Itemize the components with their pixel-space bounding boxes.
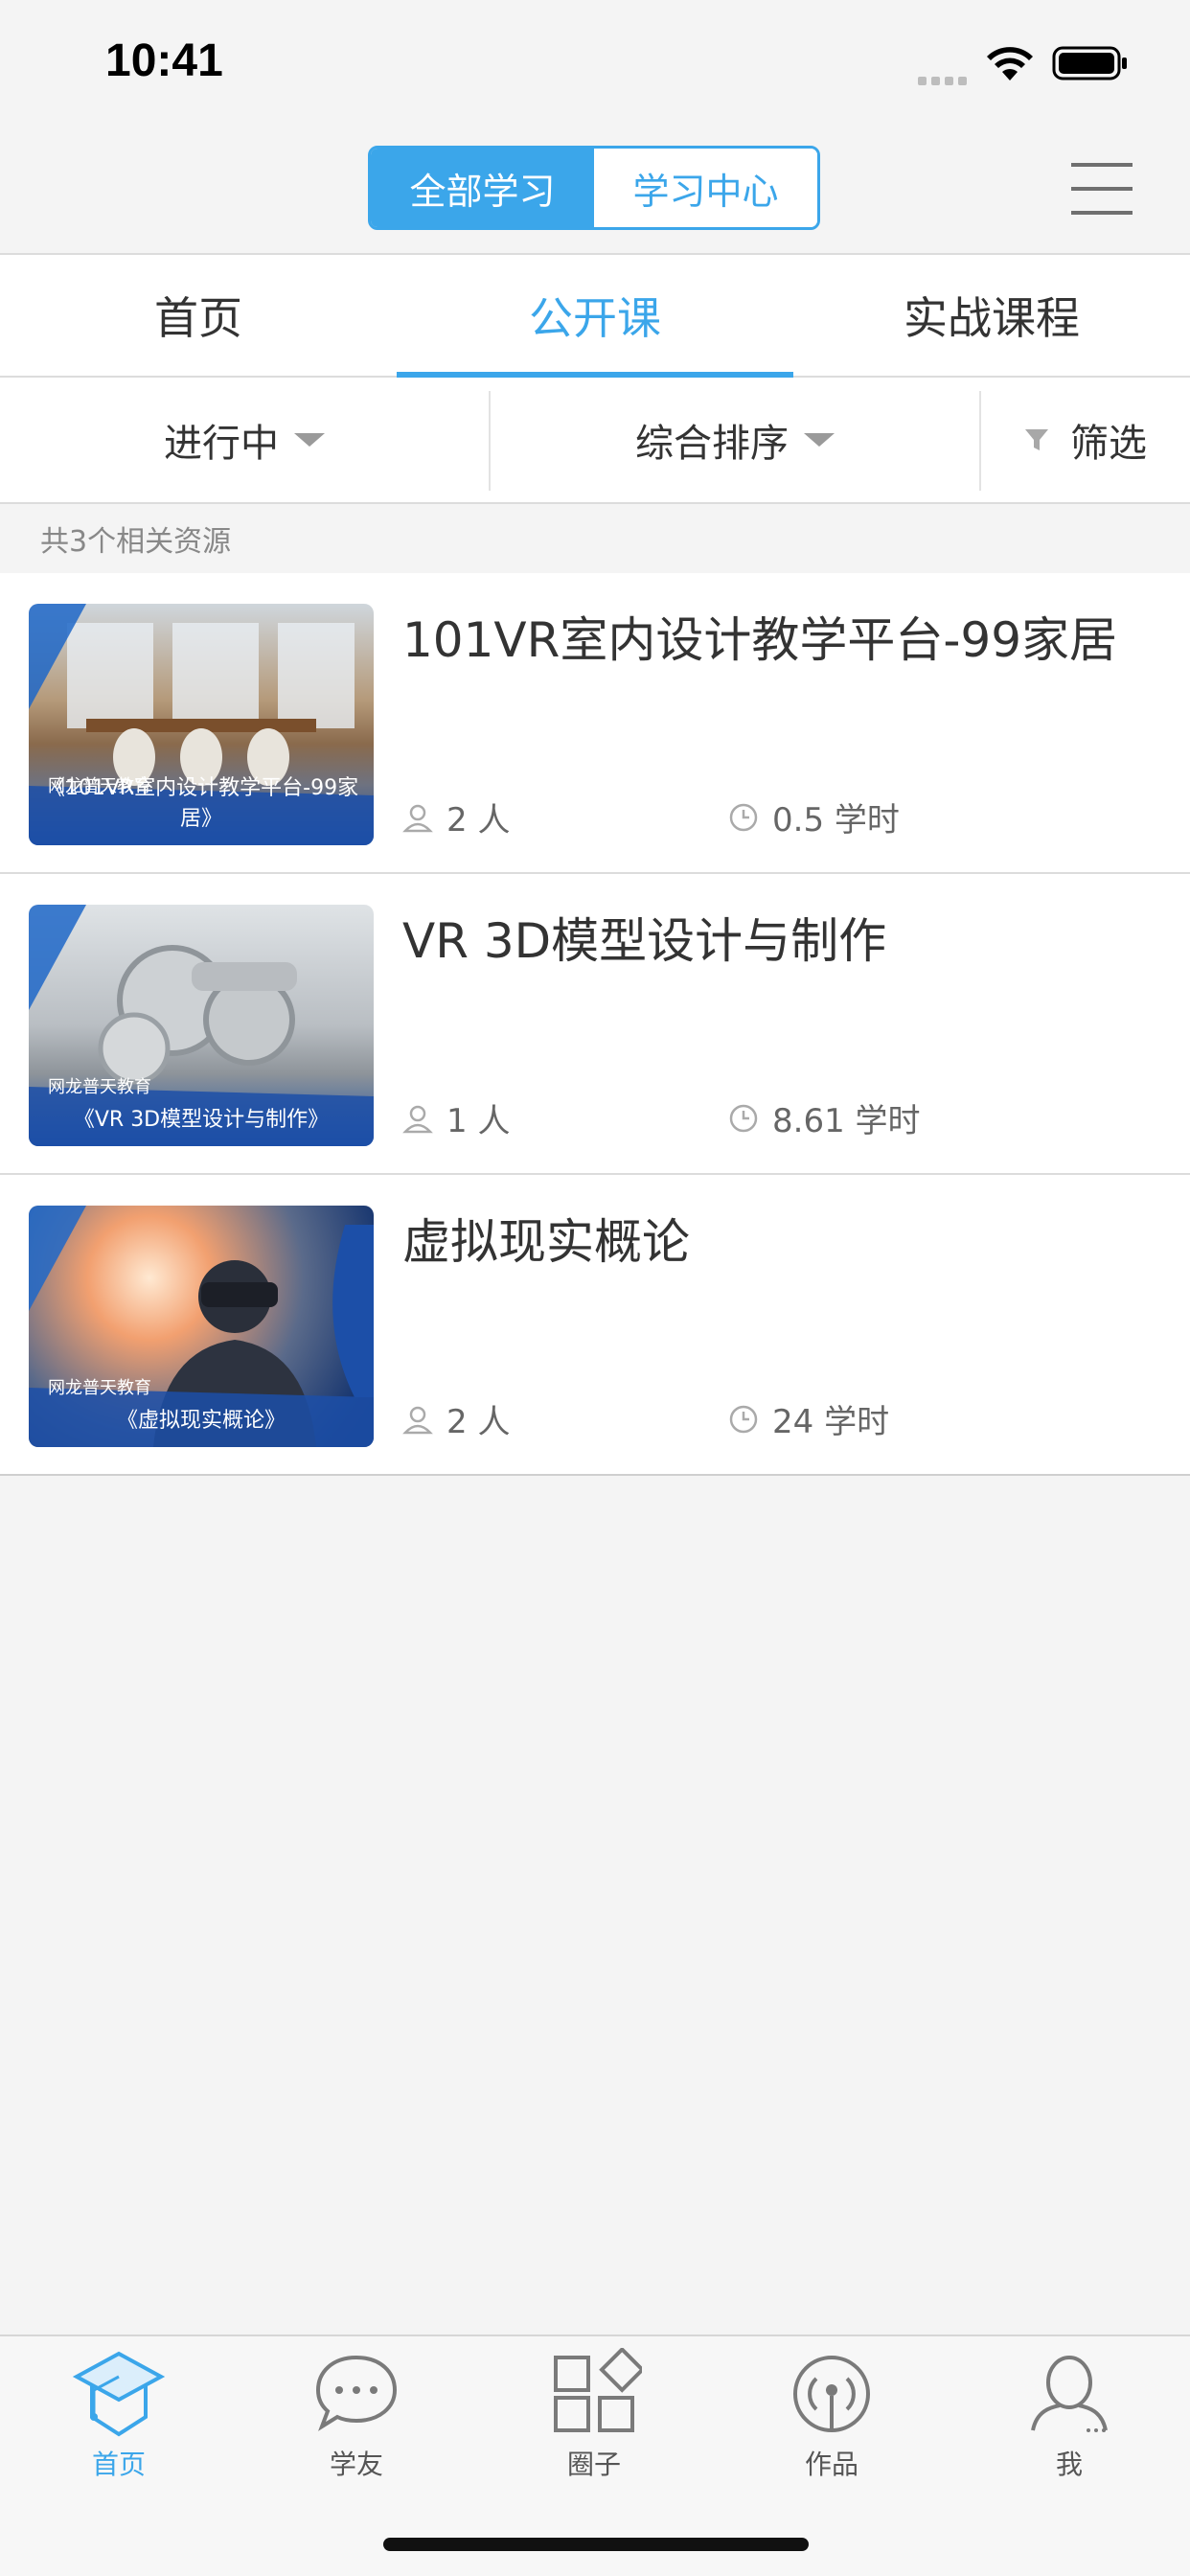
- thumbnail-caption: 《虚拟现实概论》: [116, 1409, 286, 1433]
- clock-icon: [729, 1104, 758, 1132]
- cellular-signal-icon: [918, 71, 975, 85]
- nav-label: 作品: [804, 2449, 858, 2480]
- graduation-cap-icon: [72, 2351, 166, 2437]
- home-indicator: [383, 2538, 809, 2551]
- chevron-down-icon: [804, 433, 835, 447]
- nav-label: 首页: [91, 2449, 146, 2480]
- course-hours: 0.5 学时: [728, 794, 900, 840]
- user-profile-icon: [1031, 2356, 1108, 2432]
- sort-label: 综合排序: [635, 422, 789, 466]
- course-thumbnail: 网龙普天教育 《VR 3D模型设计与制作》: [29, 905, 374, 1146]
- thumbnail-brand: 网龙普天教育: [48, 1378, 151, 1398]
- nav-works[interactable]: 作品: [736, 2348, 927, 2482]
- segment-learning-center[interactable]: 学习中心: [594, 149, 817, 227]
- course-title[interactable]: 101VR室内设计教学平台-99家居: [402, 602, 1117, 671]
- clock-icon: [729, 803, 758, 831]
- nav-circles[interactable]: 圈子: [498, 2348, 690, 2482]
- status-filter-label: 进行中: [164, 422, 279, 466]
- tab-open-courses[interactable]: 公开课: [397, 255, 793, 378]
- user-icon: [402, 1105, 433, 1133]
- nav-classmates[interactable]: 学友: [261, 2348, 452, 2482]
- participant-count-text: 1 人: [446, 1102, 511, 1140]
- thumbnail-caption: 《101VR室内设计教学平台-99家居》: [43, 776, 359, 831]
- chat-bubble-icon: [315, 2355, 398, 2431]
- course-title[interactable]: VR 3D模型设计与制作: [402, 903, 886, 972]
- tab-home[interactable]: 首页: [0, 255, 397, 376]
- grid-squares-icon: [554, 2348, 642, 2432]
- nav-label: 学友: [329, 2449, 383, 2480]
- hamburger-menu-icon[interactable]: [1071, 163, 1133, 217]
- filter-label: 筛选: [1070, 422, 1147, 466]
- result-count: 共3个相关资源: [40, 525, 232, 559]
- list-item[interactable]: 网龙普天教育 《101VR室内设计教学平台-99家居》 101VR室内设计教学平…: [0, 573, 1190, 874]
- battery-icon: [1052, 46, 1127, 80]
- wifi-icon: [987, 47, 1033, 80]
- course-title[interactable]: 虚拟现实概论: [402, 1204, 690, 1273]
- nav-label: 圈子: [566, 2449, 621, 2480]
- course-hours-text: 24 学时: [772, 1403, 890, 1441]
- participant-count: 2 人: [402, 794, 510, 840]
- participant-count-text: 2 人: [446, 1403, 511, 1441]
- learning-segment-control: 全部学习 学习中心: [368, 146, 820, 230]
- thumbnail-brand: 网龙普天教育: [48, 1077, 151, 1097]
- list-item[interactable]: 网龙普天教育 《虚拟现实概论》 虚拟现实概论 2 人 24 学时: [0, 1175, 1190, 1476]
- course-thumbnail: 网龙普天教育 《101VR室内设计教学平台-99家居》: [29, 604, 374, 845]
- course-hours-text: 8.61 学时: [772, 1102, 921, 1140]
- user-icon: [402, 1406, 433, 1434]
- thumbnail-caption: 《VR 3D模型设计与制作》: [73, 1108, 330, 1132]
- broadcast-icon: [793, 2356, 870, 2432]
- chevron-down-icon: [294, 433, 325, 447]
- tab-practical-courses[interactable]: 实战课程: [793, 255, 1190, 376]
- participant-count-text: 2 人: [446, 801, 511, 840]
- filter-button[interactable]: 筛选: [981, 378, 1190, 502]
- status-time: 10:41: [105, 35, 223, 86]
- course-thumbnail: 网龙普天教育 《虚拟现实概论》: [29, 1206, 374, 1447]
- participant-count: 1 人: [402, 1094, 510, 1141]
- participant-count: 2 人: [402, 1395, 510, 1442]
- status-filter-dropdown[interactable]: 进行中: [0, 378, 489, 502]
- clock-icon: [729, 1405, 758, 1433]
- nav-me[interactable]: 我: [973, 2348, 1165, 2482]
- top-tab-bar: 首页 公开课 实战课程: [0, 253, 1190, 378]
- funnel-icon: [1025, 429, 1048, 450]
- course-hours-text: 0.5 学时: [772, 801, 900, 840]
- segment-all-learning[interactable]: 全部学习: [371, 149, 594, 227]
- user-icon: [402, 804, 433, 832]
- course-hours: 24 学时: [728, 1395, 889, 1442]
- list-item[interactable]: 网龙普天教育 《VR 3D模型设计与制作》 VR 3D模型设计与制作 1 人 8…: [0, 874, 1190, 1175]
- nav-home[interactable]: 首页: [23, 2348, 215, 2482]
- nav-label: 我: [1055, 2449, 1083, 2480]
- course-list: 网龙普天教育 《101VR室内设计教学平台-99家居》 101VR室内设计教学平…: [0, 573, 1190, 1476]
- course-hours: 8.61 学时: [728, 1094, 921, 1141]
- filter-bar: 进行中 综合排序 筛选: [0, 378, 1190, 504]
- sort-dropdown[interactable]: 综合排序: [491, 378, 979, 502]
